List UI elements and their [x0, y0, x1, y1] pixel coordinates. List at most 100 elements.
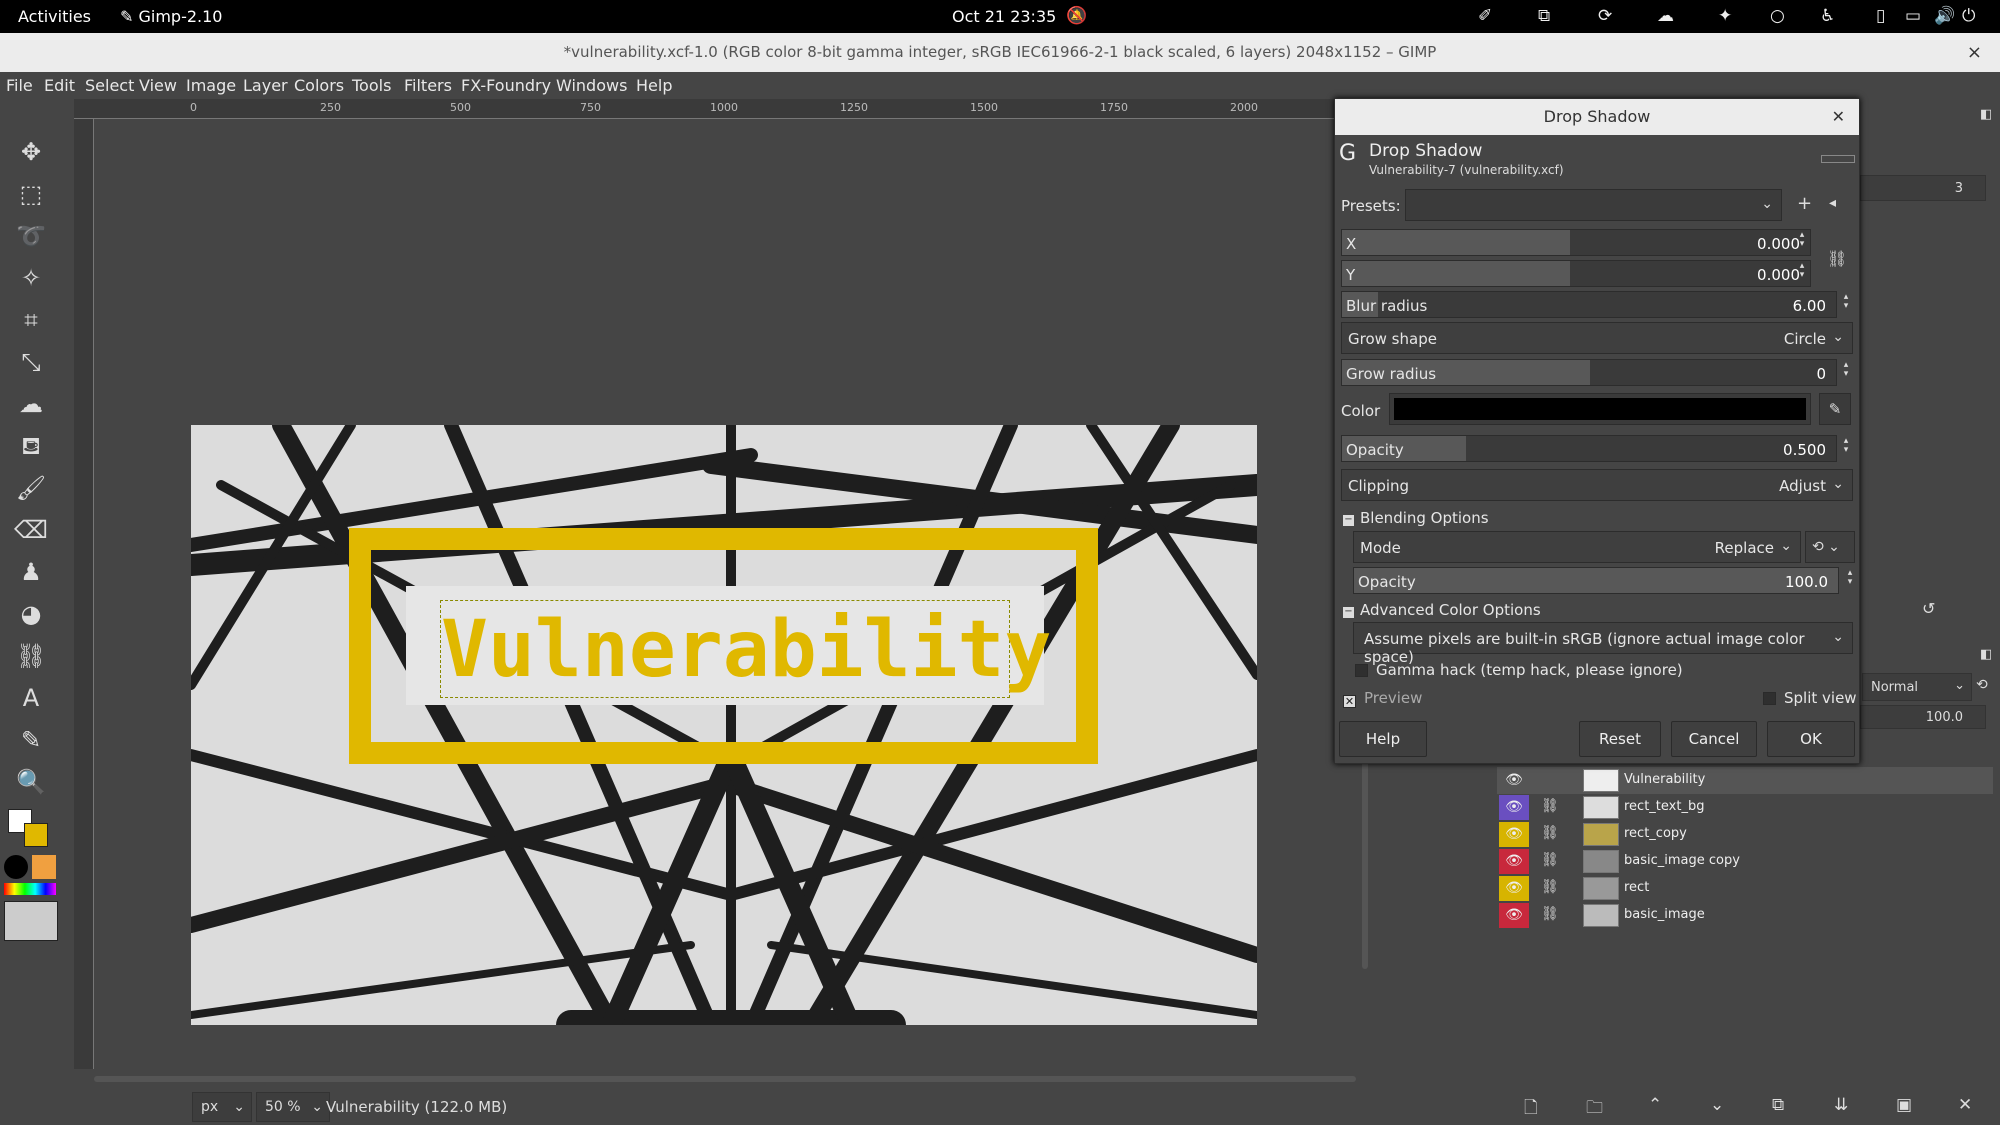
move-tool-icon[interactable]: ✥	[14, 135, 48, 169]
grow-radius-field[interactable]: Grow radius 0	[1341, 359, 1837, 386]
grow-shape-combo[interactable]: Grow shape Circle ⌄	[1341, 322, 1853, 354]
weather-tray-icon[interactable]: ☁	[1657, 6, 1674, 26]
path-tool-icon[interactable]: ⛓	[14, 639, 48, 673]
volume-icon[interactable]: 🔊	[1934, 6, 1955, 26]
duplicate-layer-icon[interactable]: ⧉	[1772, 1095, 1784, 1115]
crop-tool-icon[interactable]: ⌗	[14, 303, 48, 337]
chain-icon[interactable]: ⛓	[1541, 825, 1559, 841]
menu-colors[interactable]: Colors	[294, 76, 344, 95]
rect-select-tool-icon[interactable]: ⬚	[14, 177, 48, 211]
eyedropper-icon[interactable]: ✎	[1819, 393, 1851, 425]
brush-size-spin[interactable]: 3	[1860, 175, 1986, 201]
color-picker-tray-icon[interactable]: ✐	[1478, 6, 1492, 26]
image-thumbnail[interactable]	[4, 901, 58, 941]
menu-layer[interactable]: Layer	[243, 76, 288, 95]
gamma-hack-checkbox[interactable]: Gamma hack (temp hack, please ignore)	[1355, 661, 1683, 679]
zoom-selector[interactable]: 50 % ⌄	[256, 1092, 330, 1122]
mode-reset-icon[interactable]: ⟲	[1976, 677, 1988, 693]
help-button[interactable]: Help	[1339, 721, 1427, 757]
clipping-combo[interactable]: Clipping Adjust ⌄	[1341, 469, 1853, 501]
app-menu-gimp[interactable]: ✎ Gimp-2.10	[120, 7, 222, 26]
menu-windows[interactable]: Windows	[556, 76, 627, 95]
warp-tool-icon[interactable]: ☁	[14, 387, 48, 421]
raise-layer-icon[interactable]: ⌃	[1648, 1095, 1662, 1115]
menu-tools[interactable]: Tools	[352, 76, 391, 95]
clone-tool-icon[interactable]: ♟	[14, 555, 48, 589]
smudge-tool-icon[interactable]: ◕	[14, 597, 48, 631]
chain-link-icon[interactable]: ⛓	[1827, 249, 1847, 268]
chain-icon[interactable]: ⛓	[1541, 852, 1559, 868]
chain-icon[interactable]: ⛓	[1541, 798, 1559, 814]
extension-tray-icon[interactable]: ✦	[1718, 6, 1732, 26]
layer-row[interactable]: 👁 Vulnerability	[1497, 767, 1993, 794]
new-layer-icon[interactable]: 🗋	[1524, 1095, 1538, 1124]
menu-help[interactable]: Help	[636, 76, 672, 95]
eye-icon[interactable]: 👁	[1499, 795, 1529, 820]
window-close-button[interactable]: ×	[1967, 33, 1982, 72]
color-button[interactable]	[1389, 393, 1811, 425]
unit-selector[interactable]: px ⌄	[192, 1092, 252, 1122]
cancel-button[interactable]: Cancel	[1671, 721, 1757, 757]
grow-radius-spin-arrows[interactable]: ▴ ▾	[1839, 361, 1853, 379]
lower-layer-icon[interactable]: ⌄	[1710, 1095, 1724, 1115]
eraser-tool-icon[interactable]: ⌫	[14, 513, 48, 547]
color-picker-tool-icon[interactable]: ✎	[14, 723, 48, 757]
eye-icon[interactable]: 👁	[1499, 876, 1529, 901]
menu-select[interactable]: Select	[85, 76, 134, 95]
blur-spin-arrows[interactable]: ▴ ▾	[1839, 293, 1853, 311]
activities-button[interactable]: Activities	[18, 7, 91, 26]
bucket-fill-tool-icon[interactable]: ⛾	[14, 429, 48, 463]
transform-tool-icon[interactable]: ⤡	[14, 345, 48, 379]
y-spin-arrows[interactable]: ▴ ▾	[1795, 262, 1809, 280]
menu-filters[interactable]: Filters	[404, 76, 452, 95]
advanced-color-expander[interactable]: − Advanced Color Options	[1343, 601, 1541, 619]
sync-tray-icon[interactable]: ⟳	[1598, 6, 1612, 26]
opacity-spin-arrows[interactable]: ▴ ▾	[1839, 437, 1853, 455]
blur-radius-field[interactable]: Blur radius 6.00	[1341, 291, 1837, 318]
eye-icon[interactable]: 👁	[1499, 768, 1529, 793]
delete-layer-icon[interactable]: ✕	[1958, 1095, 1972, 1115]
menu-view[interactable]: View	[139, 76, 177, 95]
menu-edit[interactable]: Edit	[44, 76, 75, 95]
dock-menu-icon[interactable]: ◧	[1980, 647, 1992, 662]
accessibility-icon[interactable]: ♿	[1820, 6, 1835, 26]
phone-icon[interactable]: ▯	[1876, 6, 1885, 26]
x-spin-arrows[interactable]: ▴ ▾	[1795, 231, 1809, 249]
gradient-preview[interactable]	[4, 883, 56, 895]
add-preset-icon[interactable]: +	[1797, 193, 1812, 214]
dock-menu-icon[interactable]: ◧	[1980, 107, 1992, 122]
menu-file[interactable]: File	[6, 76, 33, 95]
eye-icon[interactable]: 👁	[1499, 849, 1529, 874]
background-color-swatch[interactable]	[24, 823, 48, 847]
presets-combo[interactable]: ⌄	[1405, 189, 1782, 221]
eye-icon[interactable]: 👁	[1499, 822, 1529, 847]
eye-icon[interactable]: 👁	[1499, 903, 1529, 928]
layer-row[interactable]: 👁 ⛓ rect_copy	[1497, 821, 1993, 848]
mask-icon[interactable]: ▣	[1896, 1095, 1912, 1115]
lasso-tool-icon[interactable]: ➰	[14, 219, 48, 253]
paintbrush-tool-icon[interactable]: 🖌	[14, 471, 48, 505]
composite-mode-button[interactable]: ⟲ ⌄	[1805, 531, 1855, 563]
text-tool-icon[interactable]: A	[14, 681, 48, 715]
layer-row[interactable]: 👁 ⛓ basic_image copy	[1497, 848, 1993, 875]
zoom-tool-icon[interactable]: 🔍	[14, 765, 48, 799]
vulnerability-text-layer[interactable]: Vulnerability	[440, 600, 1051, 698]
split-view-checkbox[interactable]: Split view	[1763, 689, 1857, 707]
menu-image[interactable]: Image	[186, 76, 236, 95]
reset-button[interactable]: Reset	[1579, 721, 1661, 757]
color-space-combo[interactable]: Assume pixels are built-in sRGB (ignore …	[1353, 622, 1853, 666]
blend-opacity-field[interactable]: Opacity 100.0	[1353, 567, 1839, 594]
blend-opacity-spin-arrows[interactable]: ▴ ▾	[1843, 569, 1857, 587]
fuzzy-select-tool-icon[interactable]: ✧	[14, 261, 48, 295]
clipboard-tray-icon[interactable]: ⧉	[1538, 6, 1550, 26]
layer-mode-combo[interactable]: Normal ⌄	[1862, 673, 1972, 701]
x-offset-field[interactable]: X 0.000	[1341, 229, 1811, 256]
layer-opacity-spin[interactable]: 100.0	[1860, 705, 1986, 729]
y-offset-field[interactable]: Y 0.000	[1341, 260, 1811, 287]
display-icon[interactable]: ▭	[1905, 6, 1921, 26]
circle-tray-icon[interactable]: ○	[1770, 6, 1785, 26]
merge-down-icon[interactable]: ⇊	[1834, 1095, 1848, 1115]
layer-row[interactable]: 👁 ⛓ rect	[1497, 875, 1993, 902]
clock[interactable]: Oct 21 23:35	[952, 7, 1056, 26]
layer-row[interactable]: 👁 ⛓ basic_image	[1497, 902, 1993, 929]
